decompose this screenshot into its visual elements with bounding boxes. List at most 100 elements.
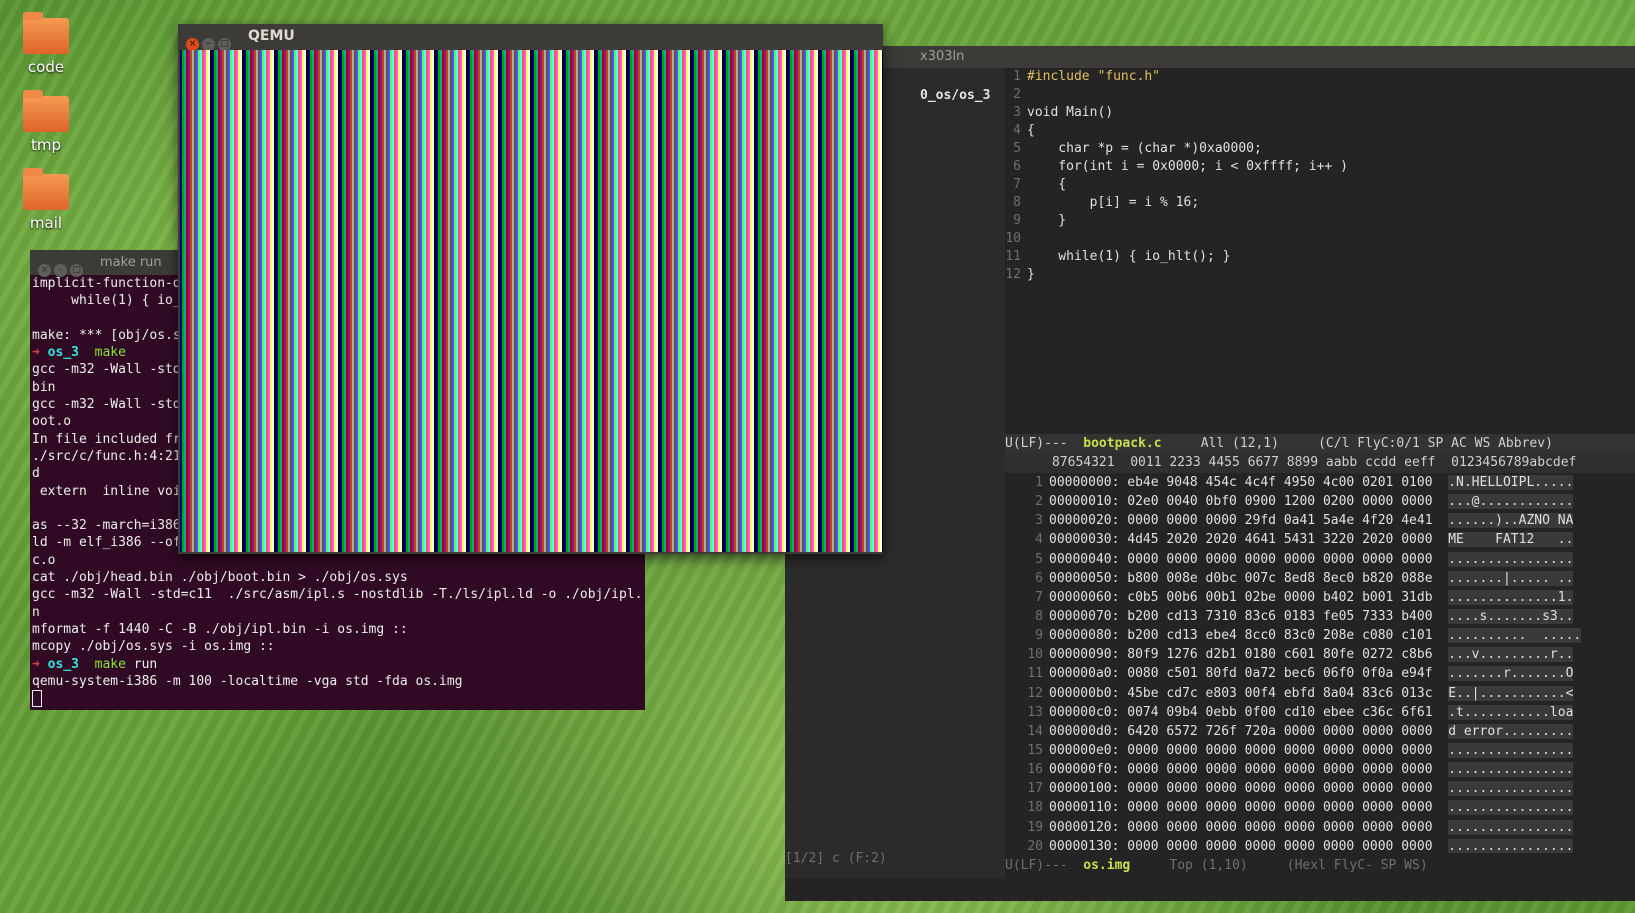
line-number: 10 <box>1005 231 1021 246</box>
modeline-info: All (12,1) (C/l FlyC:0/1 SP AC WS Abbrev… <box>1161 436 1553 451</box>
emacs-title-bar[interactable]: x303ln <box>785 46 1635 68</box>
hex-row: 2 00000010: 02e0 0040 0bf0 0900 1200 0200… <box>1005 492 1635 511</box>
line-number: 10 <box>1027 647 1043 663</box>
line-number: 4 <box>1013 123 1021 138</box>
desktop-icon-mail[interactable]: mail <box>18 168 74 232</box>
hex-ascii: ......)..AZNO NA <box>1448 513 1574 529</box>
line-number: 9 <box>1013 213 1021 228</box>
emacs-window[interactable]: x303ln 0_os/os_3 [1/2] c (F:2) 1 #include… <box>785 46 1635 901</box>
terminal-line: mcopy ./obj/os.sys -i os.img :: <box>32 639 275 655</box>
hex-bytes: 0074 09b4 0ebb 0f00 cd10 ebee c36c 6f61 <box>1127 704 1449 720</box>
code-line: 9 } <box>1005 212 1635 230</box>
hex-row: 10 00000090: 80f9 1276 d2b1 0180 c601 80f… <box>1005 645 1635 664</box>
line-number: 12 <box>1027 685 1043 701</box>
hex-ascii: ...v.........r.. <box>1448 647 1574 663</box>
hex-row: 18 00000110: 0000 0000 0000 0000 0000 000… <box>1005 798 1635 817</box>
hex-address: 00000010: <box>1049 494 1128 510</box>
hex-row: 4 00000030: 4d45 2020 2020 4641 5431 3220… <box>1005 530 1635 549</box>
close-icon[interactable]: × <box>38 264 51 277</box>
prompt-arrow-icon: ➜ <box>32 345 48 361</box>
qemu-title: QEMU <box>248 28 295 44</box>
modeline-info: Top (1,10) (Hexl FlyC- SP WS) <box>1130 858 1428 873</box>
line-number: 16 <box>1027 762 1043 778</box>
line-number: 1 <box>1013 69 1021 84</box>
terminal-line: n <box>32 604 40 620</box>
code-text: } <box>1027 213 1067 228</box>
line-number: 2 <box>1013 87 1021 102</box>
hex-row: 9 00000080: b200 cd13 ebe4 8cc0 83c0 208e… <box>1005 626 1635 645</box>
line-number: 15 <box>1027 742 1043 758</box>
hex-bytes: b800 008e d0bc 007c 8ed8 8ec0 b820 088e <box>1127 570 1449 586</box>
hex-row: 11 000000a0: 0080 c501 80fd 0a72 bec6 06f… <box>1005 664 1635 683</box>
line-number: 3 <box>1013 105 1021 120</box>
hex-row: 12 000000b0: 45be cd7c e803 00f4 ebfd 8a0… <box>1005 684 1635 703</box>
line-number: 4 <box>1035 532 1043 548</box>
code-line: 11 while(1) { io_hlt(); } <box>1005 248 1635 266</box>
code-line: 4{ <box>1005 122 1635 140</box>
hex-editor[interactable]: 1 00000000: eb4e 9048 454c 4c4f 4950 4c00… <box>1005 473 1635 853</box>
hex-ascii: ................ <box>1448 838 1574 853</box>
qemu-window[interactable]: × – □ QEMU <box>178 24 883 554</box>
directory-path: 0_os/os_3 <box>920 88 991 103</box>
code-line: 6 for(int i = 0x0000; i < 0xffff; i++ ) <box>1005 158 1635 176</box>
desktop-icon-code[interactable]: code <box>18 12 74 76</box>
hex-bytes: 0000 0000 0000 0000 0000 0000 0000 0000 <box>1127 800 1449 816</box>
emacs-title: x303ln <box>920 49 965 64</box>
hex-ascii: E..|...........< <box>1448 685 1574 701</box>
hex-address: 00000020: <box>1049 513 1128 529</box>
hex-ascii: ................ <box>1448 781 1574 797</box>
hex-ascii: .......r.......O <box>1448 666 1574 682</box>
hex-ascii: ................ <box>1448 551 1574 567</box>
hex-ascii: ...@............ <box>1448 494 1574 510</box>
hex-bytes: 0080 c501 80fd 0a72 bec6 06f0 0f0a e94f <box>1127 666 1449 682</box>
modeline-prefix: U(LF)--- <box>1005 858 1084 873</box>
hex-address: 000000a0: <box>1049 666 1128 682</box>
code-text: } <box>1027 267 1035 282</box>
hex-row: 14 000000d0: 6420 6572 726f 720a 0000 000… <box>1005 722 1635 741</box>
hex-ascii: ................ <box>1448 742 1574 758</box>
prompt-dir: os_3 <box>47 345 95 361</box>
line-number: 9 <box>1035 628 1043 644</box>
desktop-icon-label: tmp <box>30 136 61 154</box>
minimize-icon[interactable]: – <box>54 264 67 277</box>
qemu-title-bar[interactable]: × – □ QEMU <box>178 24 883 51</box>
hex-address: 00000120: <box>1049 819 1128 835</box>
hex-ascii: ..............1. <box>1448 589 1574 605</box>
left-modeline: [1/2] c (F:2) <box>785 851 887 866</box>
hex-bytes: 6420 6572 726f 720a 0000 0000 0000 0000 <box>1127 723 1449 739</box>
line-number: 11 <box>1027 666 1043 682</box>
hex-ascii: ................ <box>1448 762 1574 778</box>
vga-display[interactable] <box>180 50 883 552</box>
hex-row: 6 00000050: b800 008e d0bc 007c 8ed8 8ec0… <box>1005 569 1635 588</box>
line-number: 7 <box>1013 177 1021 192</box>
hex-address: 00000060: <box>1049 589 1128 605</box>
folder-icon <box>23 90 69 132</box>
hex-ascii: .......|..... .. <box>1448 570 1574 586</box>
line-number: 6 <box>1035 570 1043 586</box>
maximize-icon[interactable]: □ <box>70 264 83 277</box>
code-editor[interactable]: 1 #include "func.h" 2 3 void Main() 4{5 char … <box>1005 68 1635 448</box>
hex-address: 000000f0: <box>1049 762 1128 778</box>
line-number: 1 <box>1035 475 1043 490</box>
line-number: 8 <box>1013 195 1021 210</box>
hex-ascii: ................ <box>1448 800 1574 816</box>
line-number: 11 <box>1005 249 1021 264</box>
line-number: 18 <box>1027 800 1043 816</box>
code-text: for(int i = 0x0000; i < 0xffff; i++ ) <box>1027 159 1348 174</box>
hex-address: 000000b0: <box>1049 685 1128 701</box>
hex-row: 16 000000f0: 0000 0000 0000 0000 0000 000… <box>1005 760 1635 779</box>
hex-ascii: .N.HELLOIPL..... <box>1448 475 1574 490</box>
code-line: 2 <box>1005 86 1635 104</box>
hex-address: 00000090: <box>1049 647 1128 663</box>
line-number: 5 <box>1035 551 1043 567</box>
prompt-command: make <box>94 656 126 672</box>
desktop-icon-tmp[interactable]: tmp <box>18 90 74 154</box>
hex-bytes: c0b5 00b6 00b1 02be 0000 b402 b001 31db <box>1127 589 1449 605</box>
prompt-arg: run <box>125 656 158 672</box>
hex-bytes: 0000 0000 0000 0000 0000 0000 0000 0000 <box>1127 838 1449 853</box>
hex-bytes: 0000 0000 0000 0000 0000 0000 0000 0000 <box>1127 551 1449 567</box>
line-number: 5 <box>1013 141 1021 156</box>
hex-address: 00000100: <box>1049 781 1128 797</box>
line-number: 14 <box>1027 723 1043 739</box>
hex-bytes: 80f9 1276 d2b1 0180 c601 80fe 0272 c8b6 <box>1127 647 1449 663</box>
